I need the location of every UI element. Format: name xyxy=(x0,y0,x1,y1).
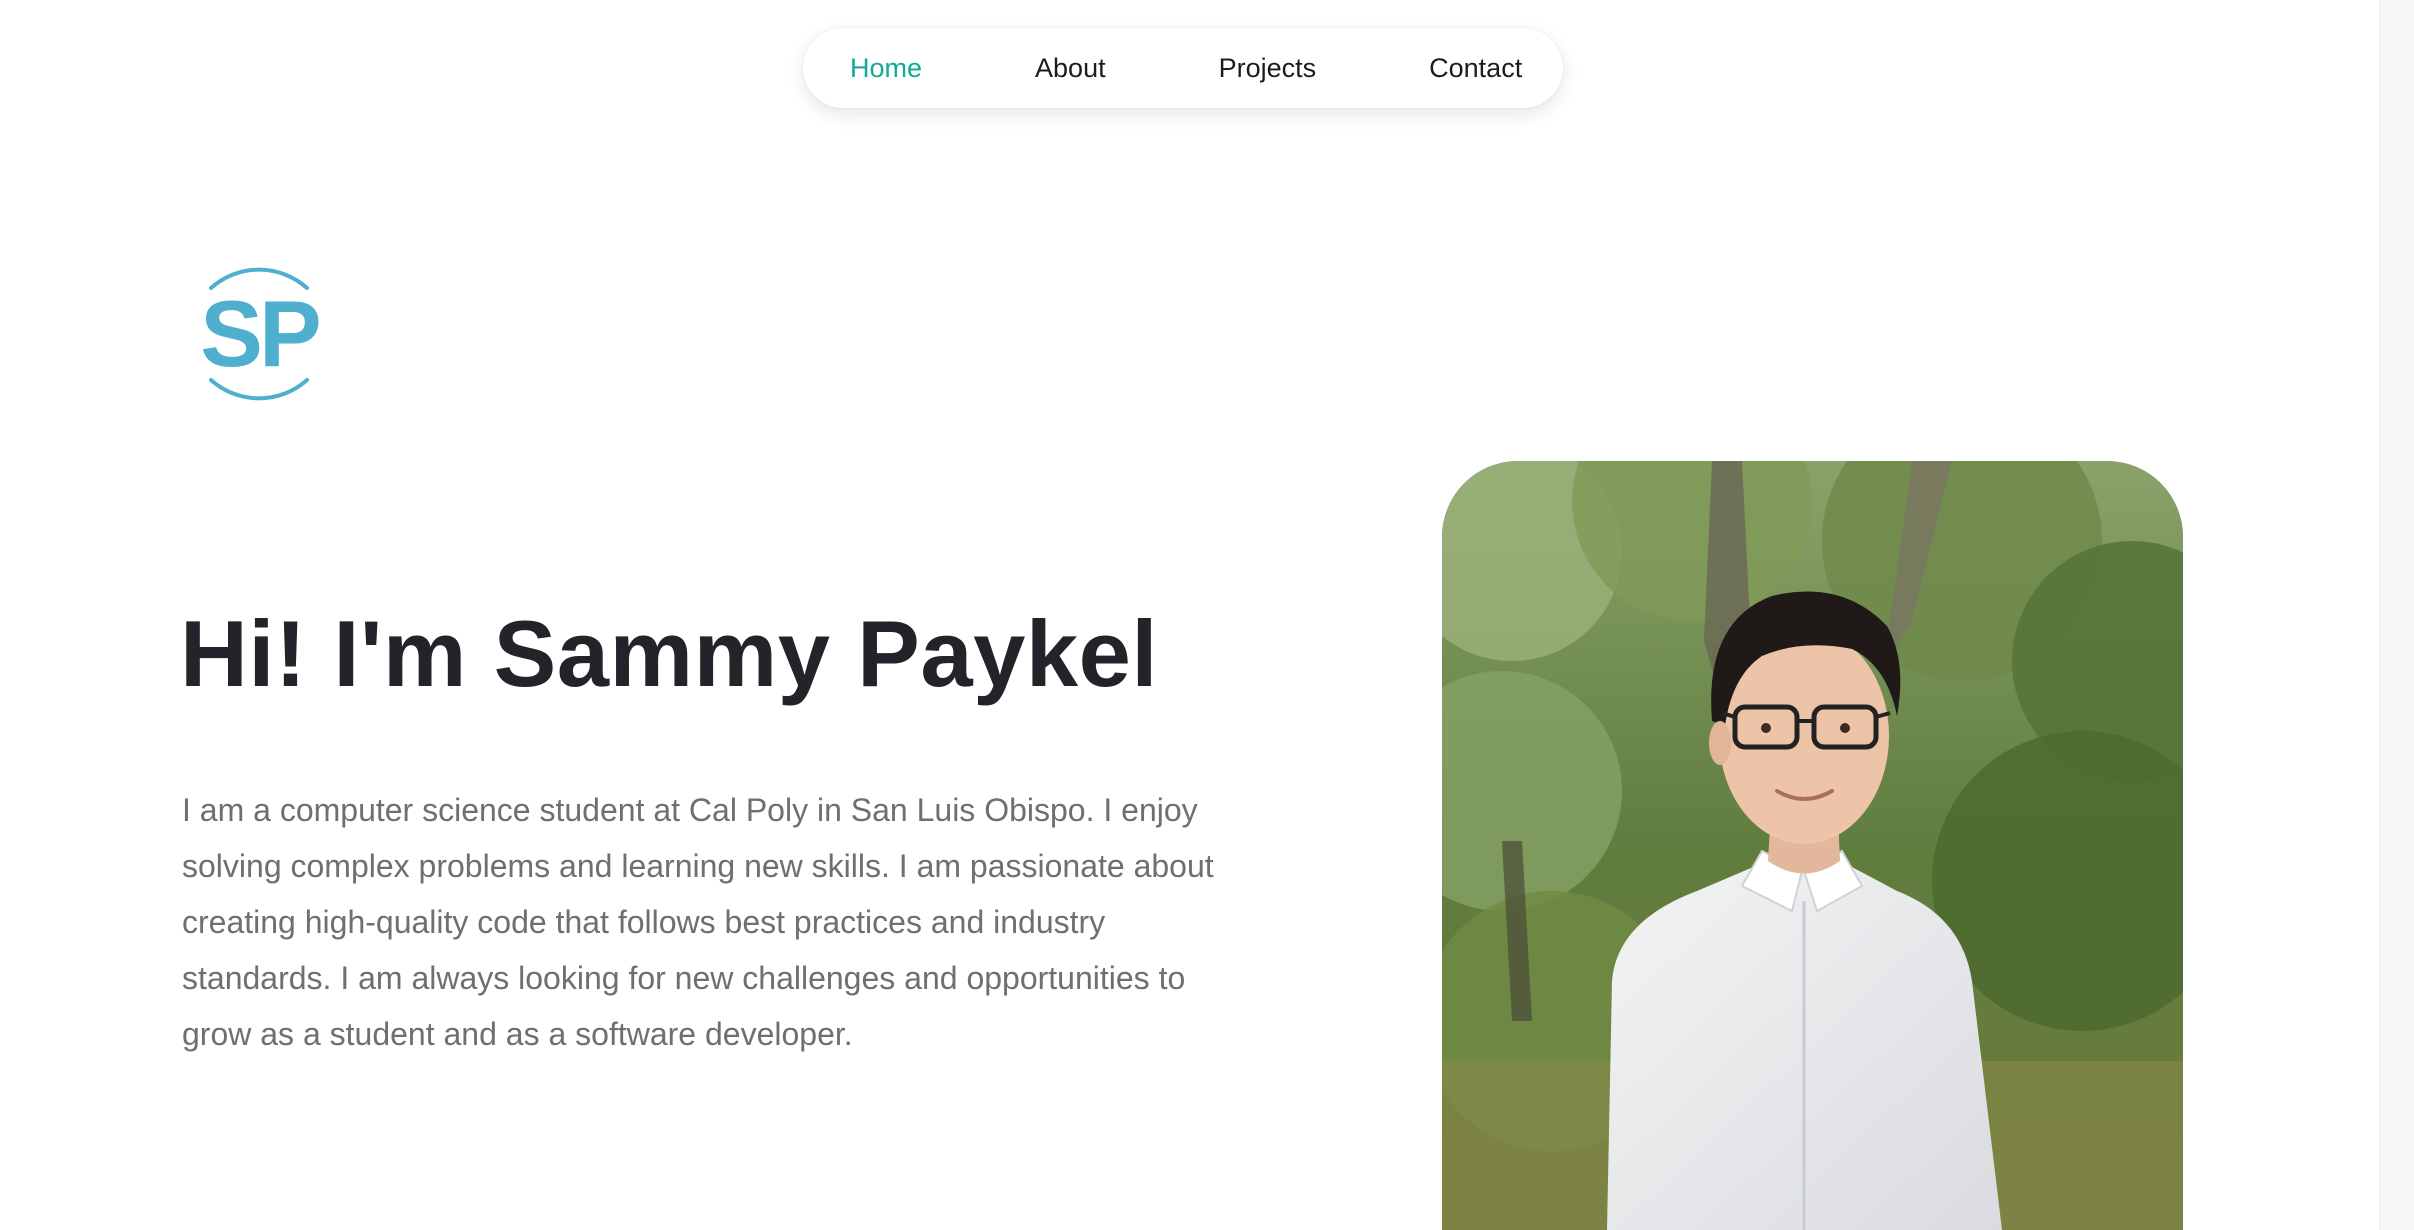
scrollbar-gutter[interactable] xyxy=(2379,0,2414,1230)
sp-logo[interactable]: SP xyxy=(183,258,335,410)
nav-link-home[interactable]: Home xyxy=(850,53,922,84)
profile-photo xyxy=(1442,461,2183,1230)
hero-bio: I am a computer science student at Cal P… xyxy=(182,792,1214,1052)
sp-logo-mark: SP xyxy=(200,267,323,401)
profile-photo-illustration xyxy=(1442,461,2183,1230)
top-navbar: Home About Projects Contact xyxy=(803,28,1563,108)
nav-link-about[interactable]: About xyxy=(1035,53,1106,84)
nav-link-projects[interactable]: Projects xyxy=(1219,53,1317,84)
hero-title: Hi! I'm Sammy Paykel xyxy=(180,601,1159,706)
nav-link-contact[interactable]: Contact xyxy=(1429,53,1522,84)
logo-text: SP xyxy=(200,281,319,386)
